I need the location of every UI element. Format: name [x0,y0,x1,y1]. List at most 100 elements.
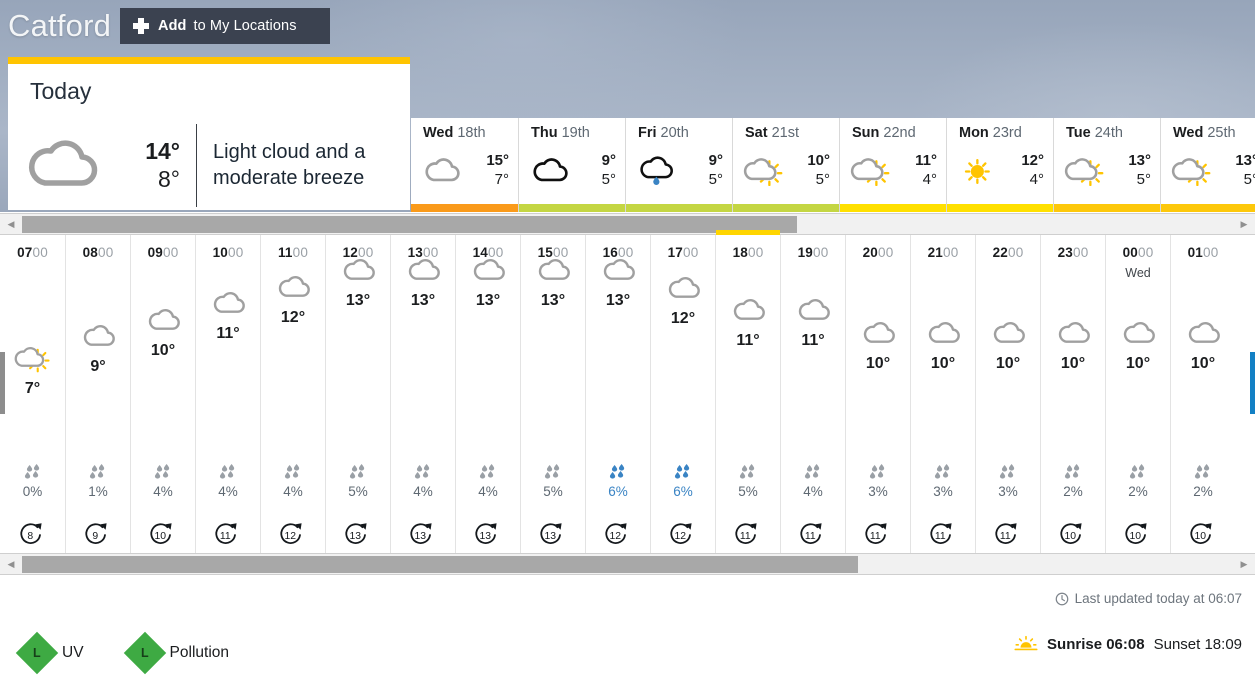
hour-precipitation-pct: 4% [803,484,823,499]
day-forecast-card[interactable]: Wed 18th 15° 7° [411,118,518,212]
hour-precipitation: 5% [521,463,585,499]
day-body: 12° 4° [947,145,1053,197]
hour-precipitation-pct: 4% [218,484,238,499]
hour-forecast-column[interactable]: 1800 11° 5% 11 [715,230,780,553]
sun-cloud-icon [743,157,783,186]
wind-direction-icon: 11 [800,523,822,544]
hour-forecast-column[interactable]: 0700 7° 0% 8 [0,235,65,553]
hour-forecast-column[interactable]: 0800 9° 1% 9 [65,235,130,553]
index-badges[interactable]: L UV L Pollution [15,631,229,675]
hour-weather: 10° [131,307,195,360]
scrollbar-thumb[interactable] [22,556,858,573]
wind-direction-icon: 12 [280,523,302,544]
hourly-forecast-row[interactable]: 0700 7° 0% 8 0800 9° 1% 9 0900 10° 4% 10 1000 11° 4% 11… [0,230,1255,553]
scroll-left-icon[interactable]: ◀ [3,554,19,575]
hour-forecast-column[interactable]: 0100 10° 2% 10 [1170,235,1235,553]
hour-forecast-column[interactable]: 1000 11° 4% 11 [195,235,260,553]
day-low: 5° [601,171,616,188]
hour-forecast-column[interactable]: 0000 Wed 10° 2% 10 [1105,235,1170,553]
hour-precipitation: 5% [326,463,390,499]
day-forecast-card[interactable]: Tue 24th 13° 5° [1053,118,1160,212]
hour-forecast-column[interactable]: 1100 12° 4% 12 [260,235,325,553]
footer: Last updated today at 06:07 Sunrise 06:0… [0,576,1255,677]
scroll-right-icon[interactable]: ▶ [1236,214,1252,235]
hour-time-hh: 22 [992,245,1008,260]
index-badge-uv[interactable]: L UV [15,631,84,675]
hour-time: 0800 [66,245,130,260]
badge-level: L [140,645,149,660]
today-card[interactable]: Today 14° 8° Light cloud and a moderate … [8,57,410,210]
daily-forecast-strip[interactable]: Wed 18th 15° 7° Thu 19th 9° 5° Fri 20th 9° 5° Sat 21s… [411,118,1255,212]
hour-forecast-column[interactable]: 2300 10° 2% 10 [1040,235,1105,553]
hour-forecast-column[interactable]: 1900 11° 4% 11 [780,235,845,553]
hour-forecast-column[interactable]: 1200 13° 5% 13 [325,235,390,553]
hour-forecast-column[interactable]: 2200 10° 3% 11 [975,235,1040,553]
day-name: Tue 24th [1066,125,1123,141]
day-high: 9° [601,152,616,170]
scroll-left-handle[interactable] [0,352,5,414]
add-button-label-strong: Add [158,18,187,34]
hour-forecast-column[interactable]: 2100 10° 3% 11 [910,235,975,553]
svg-text:11: 11 [740,531,751,542]
today-high: 14° [145,137,180,164]
cloud-icon [993,321,1025,343]
hour-time: 0900 [131,245,195,260]
day-weather-icon [519,156,579,187]
raindrop-icon [154,464,170,479]
hour-weather-icon [793,297,834,330]
hourly-scrollbar[interactable]: ◀ ▶ [0,553,1255,575]
scroll-left-icon[interactable]: ◀ [3,214,19,235]
hour-forecast-column[interactable]: 1500 13° 5% 13 [520,235,585,553]
hour-weather: 7° [0,345,65,398]
hour-time: 1900 [781,245,845,260]
hour-time-mm: 00 [32,245,48,260]
cloud-icon [603,258,635,280]
hour-time-mm: 00 [748,245,764,260]
day-forecast-card[interactable]: Fri 20th 9° 5° [625,118,732,212]
day-weather-icon [626,155,686,187]
raindrop-icon [284,464,300,479]
hour-time-mm: 00 [292,245,309,260]
day-forecast-card[interactable]: Sat 21st 10° 5° [732,118,839,212]
scroll-right-icon[interactable]: ▶ [1236,554,1252,575]
hour-precipitation: 2% [1041,463,1105,499]
hour-forecast-column[interactable]: 1600 13° 6% 12 [585,235,650,553]
hour-weather: 10° [911,320,975,373]
hour-time-mm: 00 [1073,245,1089,260]
hour-weather-icon [663,275,704,308]
scroll-right-handle[interactable] [1250,352,1255,414]
day-date: 18th [457,125,486,141]
raindrop-icon [544,464,560,479]
day-body: 13°5° [1161,145,1255,197]
cloud-icon [863,321,895,343]
scrollbar-thumb[interactable] [22,216,797,233]
hour-wind: 10 [131,521,195,549]
hour-forecast-column[interactable]: 2000 10° 3% 11 [845,235,910,553]
hour-temperature: 12° [280,309,306,327]
hour-forecast-column[interactable]: 1300 13° 4% 13 [390,235,455,553]
hour-precipitation-pct: 5% [543,484,563,499]
today-temperatures: 14° 8° [118,137,180,193]
hour-time: 1800 [716,245,780,260]
day-forecast-card[interactable]: Sun 22nd 11° 4° [839,118,946,212]
svg-text:9: 9 [92,531,98,542]
hour-forecast-column[interactable]: 0900 10° 4% 10 [130,235,195,553]
hour-forecast-column[interactable]: 1700 12° 6% 12 [650,235,715,553]
hour-time-hh: 18 [732,245,748,260]
add-to-my-locations-button[interactable]: Add to My Locations [120,8,330,44]
sun-cloud-icon [850,157,890,186]
day-forecast-card[interactable]: Mon 23rd 12° 4° [946,118,1053,212]
day-forecast-card[interactable]: Wed25th 13°5° [1160,118,1255,212]
raindrop-icon [609,464,625,479]
day-temperatures: 9° 5° [579,152,625,190]
index-badge-pollution[interactable]: L Pollution [123,631,229,675]
day-forecast-card[interactable]: Thu 19th 9° 5° [518,118,625,212]
hour-precipitation: 2% [1106,463,1170,499]
raindrop-icon [24,464,39,479]
day-weather-icon [1161,156,1221,187]
hour-time-mm: 00 [683,245,699,260]
hour-weather: 13° [456,257,520,310]
hour-forecast-column[interactable]: 1400 13° 4% 13 [455,235,520,553]
daily-scrollbar[interactable]: ◀ ▶ [0,213,1255,235]
day-index-bar [626,204,732,212]
